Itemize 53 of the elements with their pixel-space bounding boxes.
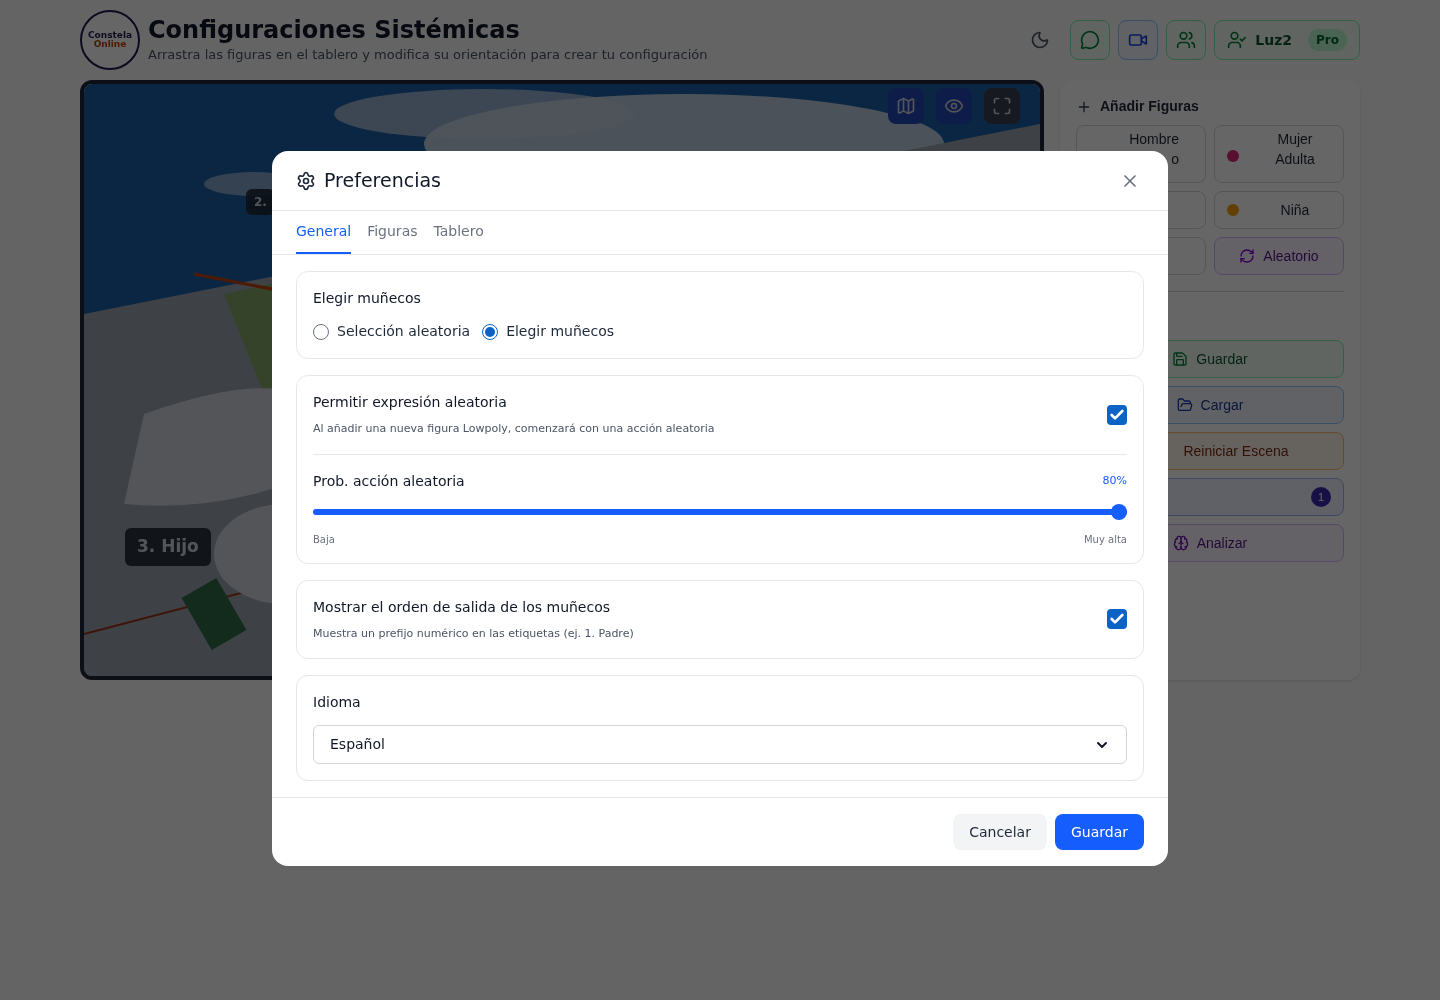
app-subtitle: Arrastra las figuras en el tablero y modifica su orientación para crear tu configuración: [148, 46, 708, 65]
cancel-button[interactable]: Cancelar: [953, 814, 1047, 850]
save-icon: [1172, 351, 1189, 367]
slider-label: Prob. acción aleatoria: [313, 471, 465, 491]
section-description: Muestra un prefijo numérico en las etiquetas (ej. 1. Padre): [313, 625, 634, 642]
section-title: Elegir muñecos: [313, 289, 422, 308]
radio-option[interactable]: Elegir muñecos: [482, 321, 614, 342]
view-button[interactable]: [936, 88, 972, 124]
chat-icon: [1080, 30, 1101, 50]
slider[interactable]: [313, 503, 1127, 520]
brain-icon: [1172, 535, 1189, 551]
language-select[interactable]: Español: [313, 725, 1127, 764]
chat-button[interactable]: [1070, 20, 1111, 60]
user-button[interactable]: Luz2 Pro: [1214, 20, 1360, 60]
slider-max-label: Muy alta: [1083, 532, 1127, 547]
slider-thumb[interactable]: [1111, 503, 1127, 520]
tab[interactable]: Tablero: [433, 211, 484, 254]
users-button[interactable]: [1166, 20, 1207, 60]
figure-button[interactable]: Niña: [1214, 191, 1344, 229]
slider-min-label: Baja: [313, 532, 335, 547]
section-description: Al añadir una nueva figura Lowpoly, comenzará con una acción aleatoria: [313, 421, 715, 437]
dialog-title: Preferencias: [324, 168, 441, 194]
app-title: Configuraciones Sistémicas: [148, 15, 521, 46]
refresh-icon: [1239, 248, 1256, 264]
fullscreen-button[interactable]: [984, 88, 1020, 124]
section-title: Idioma: [313, 693, 362, 712]
save-button[interactable]: Guardar: [1054, 814, 1144, 850]
tab[interactable]: General: [296, 211, 352, 254]
user-check-icon: [1227, 30, 1248, 50]
tab[interactable]: Figuras: [367, 211, 418, 254]
section-title: Mostrar el orden de salida de los muñecos: [313, 597, 612, 617]
map-button[interactable]: [888, 88, 924, 124]
count-badge: 1: [1311, 487, 1331, 507]
moon-icon[interactable]: [1030, 30, 1051, 50]
random-button[interactable]: Aleatorio: [1214, 237, 1344, 275]
map-icon: [896, 96, 916, 116]
section-title: Permitir expresión aleatoria: [313, 393, 508, 412]
video-button[interactable]: [1118, 20, 1159, 60]
fullscreen-icon: [992, 96, 1012, 116]
eye-icon: [944, 96, 964, 116]
figure-button[interactable]: Mujer Adulta: [1214, 125, 1344, 183]
figure-label: 3. Hijo: [125, 528, 211, 566]
folder-icon: [1176, 397, 1193, 413]
logo-text: Constela: [87, 31, 133, 40]
checkbox[interactable]: [1107, 609, 1127, 630]
users-icon: [1176, 30, 1197, 50]
radio-option[interactable]: Selección aleatoria: [313, 321, 471, 342]
settings-icon: [296, 170, 316, 191]
checkbox[interactable]: [1107, 404, 1127, 425]
panel-title: Añadir Figuras: [1100, 97, 1199, 116]
logo-text: Online: [93, 40, 127, 49]
plan-badge: Pro: [1308, 29, 1347, 51]
figure-label: 2.: [246, 189, 275, 215]
